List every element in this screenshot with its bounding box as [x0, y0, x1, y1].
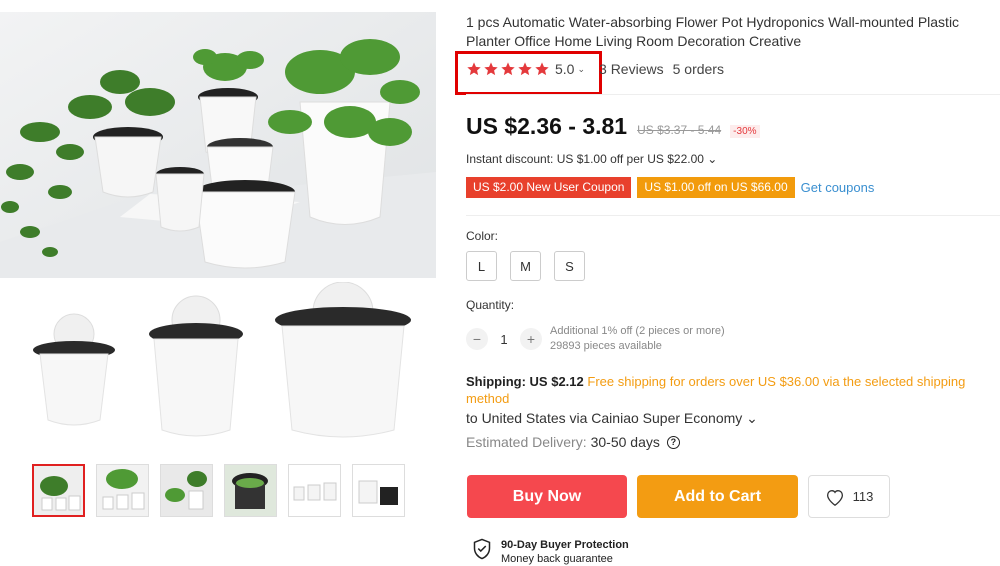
heart-icon — [826, 489, 843, 506]
price-row: US $2.36 - 3.81 US $3.37 - 5.44 -30% — [466, 113, 760, 140]
rating-value[interactable]: 5.0 — [555, 61, 574, 77]
increase-quantity-button[interactable]: + — [520, 328, 542, 350]
help-icon[interactable]: ? — [666, 435, 680, 449]
shipping-method-select[interactable]: to United States via Cainiao Super Econo… — [466, 410, 758, 427]
thumbnail-4[interactable] — [224, 464, 277, 517]
star-icon — [535, 62, 549, 76]
bulk-discount-text: Additional 1% off (2 pieces or more) — [550, 325, 725, 337]
thumbnail-1[interactable] — [32, 464, 85, 517]
protection-title: 90-Day Buyer Protection — [501, 539, 629, 551]
rating-row: 5.0 ⌄ 3 Reviews 5 orders — [466, 61, 724, 77]
star-icon — [501, 62, 515, 76]
orders-count: 5 orders — [672, 61, 724, 77]
star-icon — [518, 62, 532, 76]
divider — [466, 94, 1000, 95]
add-to-cart-button[interactable]: Add to Cart — [637, 475, 798, 518]
shipping-price: Shipping: US $2.12 — [466, 374, 584, 389]
chevron-down-icon[interactable]: ⌄ — [577, 64, 585, 75]
thumbnail-strip — [32, 464, 405, 517]
product-title: 1 pcs Automatic Water-absorbing Flower P… — [466, 14, 960, 49]
protection-subtitle: Money back guarantee — [501, 553, 613, 565]
current-price: US $2.36 - 3.81 — [466, 113, 628, 139]
thumbnail-5[interactable] — [288, 464, 341, 517]
estimated-delivery: Estimated Delivery: 30-50 days ? — [466, 434, 680, 450]
buy-now-button[interactable]: Buy Now — [467, 475, 627, 518]
quantity-input[interactable]: 1 — [488, 332, 520, 347]
wishlist-button[interactable]: 113 — [808, 475, 890, 518]
main-product-image[interactable] — [0, 12, 436, 278]
decrease-quantity-button[interactable]: − — [466, 328, 488, 350]
discount-badge: -30% — [730, 125, 760, 138]
size-option-l[interactable]: L — [466, 251, 497, 281]
thumbnail-6[interactable] — [352, 464, 405, 517]
delivery-label: Estimated Delivery: — [466, 434, 587, 450]
size-options: L M S — [466, 251, 585, 281]
coupon-new-user[interactable]: US $2.00 New User Coupon — [466, 177, 632, 198]
star-icon — [484, 62, 498, 76]
product-variants-image — [0, 281, 436, 452]
coupon-row: US $2.00 New User Coupon US $1.00 off on… — [466, 177, 874, 198]
star-icon — [467, 62, 481, 76]
wishlist-count: 113 — [852, 489, 874, 504]
buyer-protection: 90-Day Buyer Protection Money back guara… — [472, 538, 629, 566]
quantity-stepper: − 1 + Additional 1% off (2 pieces or mor… — [466, 324, 725, 354]
quantity-note: Additional 1% off (2 pieces or more) 298… — [550, 324, 725, 354]
quantity-label: Quantity: — [466, 298, 515, 312]
size-option-s[interactable]: S — [554, 251, 585, 281]
instant-discount[interactable]: Instant discount: US $1.00 off per US $2… — [466, 152, 717, 166]
color-label: Color: — [466, 229, 499, 243]
reviews-link[interactable]: 3 Reviews — [599, 61, 664, 77]
divider — [466, 215, 1000, 216]
thumbnail-2[interactable] — [96, 464, 149, 517]
get-coupons-link[interactable]: Get coupons — [801, 180, 875, 195]
star-rating[interactable] — [466, 61, 550, 77]
shipping-info: Shipping: US $2.12 Free shipping for ord… — [466, 373, 986, 407]
coupon-store[interactable]: US $1.00 off on US $66.00 — [637, 177, 795, 198]
original-price: US $3.37 - 5.44 — [637, 123, 722, 137]
delivery-value: 30-50 days — [590, 434, 660, 450]
thumbnail-3[interactable] — [160, 464, 213, 517]
stock-available: 29893 pieces available — [550, 340, 662, 352]
size-option-m[interactable]: M — [510, 251, 541, 281]
product-page: 1 pcs Automatic Water-absorbing Flower P… — [0, 0, 1000, 566]
shield-check-icon — [473, 538, 491, 560]
